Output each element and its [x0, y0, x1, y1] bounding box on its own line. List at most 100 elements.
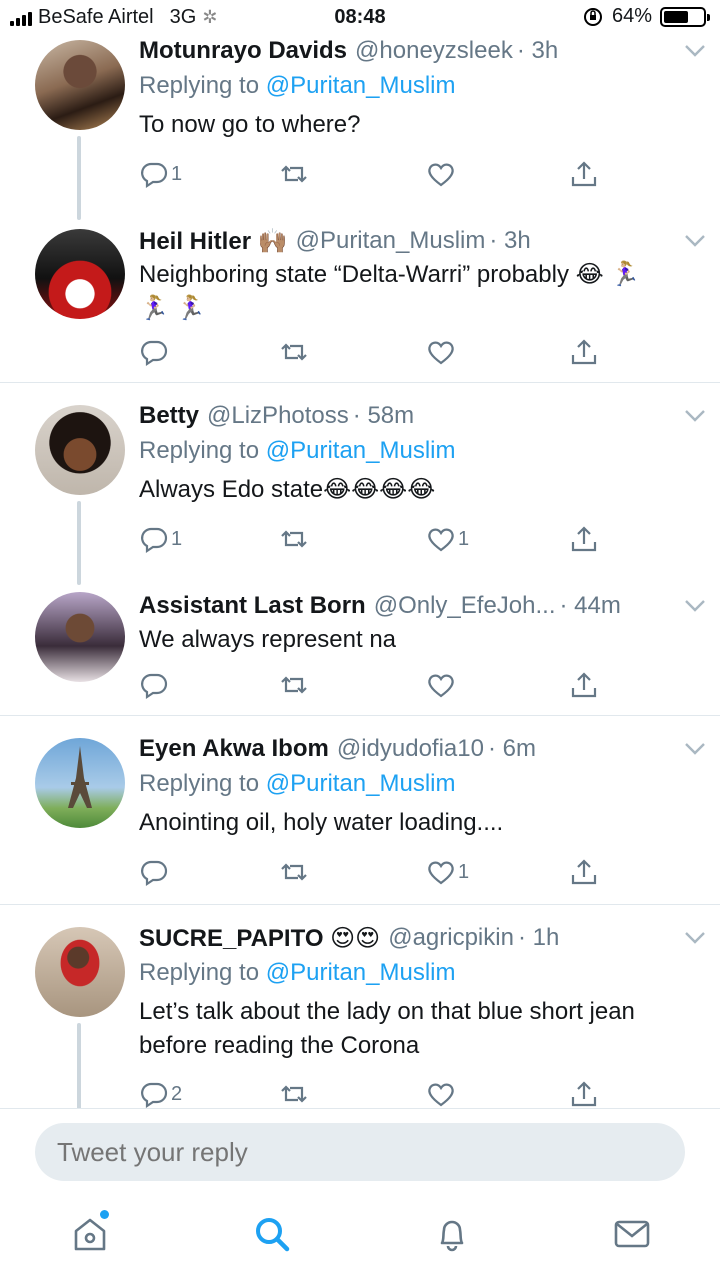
share-icon [571, 526, 597, 552]
tweet-text: Let’s talk about the lady on that blue s… [139, 998, 635, 1059]
heart-icon [428, 163, 454, 187]
chevron-down-icon[interactable] [684, 599, 706, 613]
chevron-down-icon[interactable] [684, 931, 706, 945]
tweet-time: · 6m [487, 735, 536, 762]
share-icon [571, 161, 597, 187]
author-name[interactable]: Betty [139, 402, 199, 430]
author-handle[interactable]: @agricpikin [388, 924, 514, 952]
avatar[interactable] [35, 40, 125, 130]
divider [0, 715, 720, 716]
tweet-reply-input[interactable] [35, 1123, 685, 1181]
author-handle[interactable]: @Puritan_Muslim [296, 227, 486, 255]
chevron-down-icon[interactable] [684, 409, 706, 423]
retweet-icon [281, 165, 307, 183]
author-name[interactable]: Eyen Akwa Ibom [139, 735, 329, 763]
replies-feed[interactable]: Motunrayo Davids @honeyzsleek · 3h Replyin… [0, 36, 720, 1108]
share-button[interactable] [569, 158, 599, 190]
replying-label: Replying to [139, 959, 260, 986]
tab-search[interactable] [252, 1214, 292, 1254]
tweet[interactable]: Heil Hitler 🙌🏽 @Puritan_Muslim · 3h Neighb… [0, 226, 720, 383]
chevron-down-icon[interactable] [684, 234, 706, 248]
tweet[interactable]: Motunrayo Davids @honeyzsleek · 3h Replyin… [0, 36, 720, 226]
tweet-time: · 58m [352, 402, 415, 429]
author-name[interactable]: SUCRE_PAPITO 😍😍 [139, 924, 380, 953]
status-bar: BeSafe Airtel 3G ✲ 08:48 64% [0, 0, 720, 36]
share-button[interactable] [569, 336, 599, 368]
tweet-time: · 44m [559, 592, 621, 619]
avatar[interactable] [35, 927, 125, 1017]
tweet[interactable]: Assistant Last Born @Only_EfeJoh... · 44m … [0, 591, 720, 716]
heart-icon [428, 528, 454, 552]
author-name[interactable]: Heil Hitler 🙌🏽 [139, 227, 288, 256]
reply-to-link[interactable]: @Puritan_Muslim [266, 770, 456, 797]
reply-button[interactable]: 1 [139, 158, 182, 190]
like-button[interactable] [426, 336, 458, 368]
author-name[interactable]: Motunrayo Davids [139, 37, 347, 65]
retweet-button[interactable] [279, 856, 309, 888]
tweet-text: Always Edo state😂😂😂😂 [139, 476, 436, 503]
author-handle[interactable]: @honeyzsleek [355, 37, 513, 65]
tweet-time: · 1h [517, 924, 560, 951]
reply-composer-bar [0, 1108, 720, 1196]
reply-count: 1 [171, 162, 183, 185]
tweet[interactable]: Eyen Akwa Ibom @idyudofia10 · 6m Replying … [0, 734, 720, 905]
like-button[interactable]: 1 [426, 856, 469, 888]
thread-line [77, 501, 81, 585]
like-button[interactable] [426, 158, 458, 190]
battery-icon [660, 6, 710, 27]
replying-label: Replying to [139, 770, 260, 797]
reply-button[interactable] [139, 336, 171, 368]
share-button[interactable] [569, 856, 599, 888]
tab-messages[interactable] [612, 1214, 652, 1254]
share-button[interactable] [569, 1078, 599, 1108]
tweet-text: Neighboring state “Delta-Warri” probably… [139, 261, 641, 322]
reply-button[interactable] [139, 669, 171, 701]
reply-to-link[interactable]: @Puritan_Muslim [266, 72, 456, 99]
tweet-text: We always represent na [139, 626, 397, 653]
reply-to-link[interactable]: @Puritan_Muslim [266, 437, 456, 464]
tab-bar [0, 1196, 720, 1280]
retweet-button[interactable] [279, 336, 309, 368]
like-button[interactable] [426, 1078, 458, 1108]
chevron-down-icon[interactable] [684, 742, 706, 756]
tab-notifications[interactable] [432, 1214, 472, 1254]
like-count: 1 [458, 860, 470, 883]
reply-button[interactable]: 2 [139, 1078, 182, 1108]
retweet-button[interactable] [279, 523, 309, 555]
reply-icon [141, 860, 168, 887]
home-icon [74, 1218, 106, 1251]
reply-to-link[interactable]: @Puritan_Muslim [266, 959, 456, 986]
retweet-button[interactable] [279, 1078, 309, 1108]
author-handle[interactable]: @LizPhotoss [207, 402, 349, 430]
tab-home[interactable] [70, 1210, 110, 1254]
thread-line [77, 1023, 81, 1108]
retweet-icon [281, 676, 307, 694]
share-button[interactable] [569, 669, 599, 701]
tweet[interactable]: Betty @LizPhotoss · 58m Replying to @Purit… [0, 401, 720, 591]
chevron-down-icon[interactable] [684, 44, 706, 58]
author-handle[interactable]: @Only_EfeJoh... [374, 592, 556, 620]
avatar[interactable] [35, 229, 125, 319]
retweet-button[interactable] [279, 669, 309, 701]
avatar[interactable] [35, 592, 125, 682]
retweet-icon [281, 1085, 307, 1103]
like-count: 1 [458, 527, 470, 550]
tweet-text: Anointing oil, holy water loading.... [139, 809, 504, 836]
orientation-lock-icon [583, 7, 602, 26]
retweet-button[interactable] [279, 158, 309, 190]
heart-icon [428, 1083, 454, 1107]
share-button[interactable] [569, 523, 599, 555]
author-name[interactable]: Assistant Last Born [139, 592, 366, 620]
avatar[interactable] [35, 405, 125, 495]
reply-button[interactable] [139, 856, 171, 888]
messages-icon [614, 1220, 650, 1248]
divider [0, 904, 720, 905]
retweet-icon [281, 863, 307, 881]
like-button[interactable]: 1 [426, 523, 469, 555]
like-button[interactable] [426, 669, 458, 701]
author-handle[interactable]: @idyudofia10 [337, 735, 484, 763]
battery-percent: 64% [611, 5, 652, 27]
tweet[interactable]: SUCRE_PAPITO 😍😍 @agricpikin · 1h Replying … [0, 923, 720, 1108]
reply-button[interactable]: 1 [139, 523, 182, 555]
avatar[interactable] [35, 738, 125, 828]
